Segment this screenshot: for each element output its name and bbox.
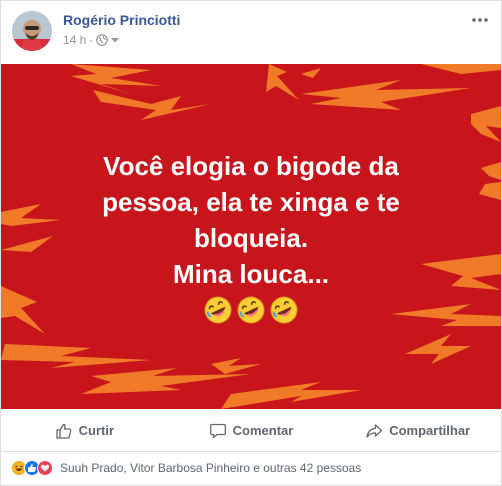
more-horizontal-icon[interactable] (469, 9, 491, 31)
post-text-line-4: Mina louca... (172, 259, 330, 289)
rolling-on-floor-laughing-icon (237, 296, 265, 324)
post-text-line-2: pessoa, ela te xinga e te (102, 187, 400, 217)
author-avatar[interactable] (12, 11, 52, 51)
share-label: Compartilhar (389, 423, 471, 438)
post-text-line-3: bloqueia. (193, 223, 309, 253)
post-meta: 14 h · (63, 33, 120, 47)
post-actions-bar: Curtir Comentar Compartilhar (1, 410, 501, 452)
share-button[interactable]: Compartilhar (334, 415, 501, 447)
post-image-text: Você elogia o bigode da pessoa, ela te x… (41, 148, 461, 292)
post-text-line-1: Você elogia o bigode da (103, 151, 399, 181)
rolling-on-floor-laughing-icon (270, 296, 298, 324)
thumbs-up-icon (55, 423, 71, 439)
comment-label: Comentar (232, 423, 294, 438)
post-time[interactable]: 14 h (63, 33, 86, 47)
chevron-down-icon[interactable] (111, 36, 120, 44)
like-label: Curtir (78, 423, 115, 438)
post-card: Rogério Princiotti 14 h · Você elogia o … (0, 0, 502, 486)
reactions-summary[interactable]: Suuh Prado, Vitor Barbosa Pinheiro e out… (11, 459, 361, 477)
share-arrow-icon (366, 423, 383, 438)
author-name[interactable]: Rogério Princiotti (63, 12, 180, 28)
comment-icon (209, 423, 226, 438)
reactions-names: Suuh Prado, Vitor Barbosa Pinheiro e out… (60, 461, 362, 475)
rolling-on-floor-laughing-icon (204, 296, 232, 324)
post-image[interactable]: Você elogia o bigode da pessoa, ela te x… (1, 64, 501, 409)
laughing-emoji-row (1, 295, 501, 329)
like-button[interactable]: Curtir (1, 415, 168, 447)
love-icon (37, 460, 53, 476)
post-header: Rogério Princiotti 14 h · (1, 1, 501, 63)
globe-icon[interactable] (96, 34, 109, 46)
meta-separator: · (89, 33, 94, 47)
comment-button[interactable]: Comentar (168, 415, 335, 447)
